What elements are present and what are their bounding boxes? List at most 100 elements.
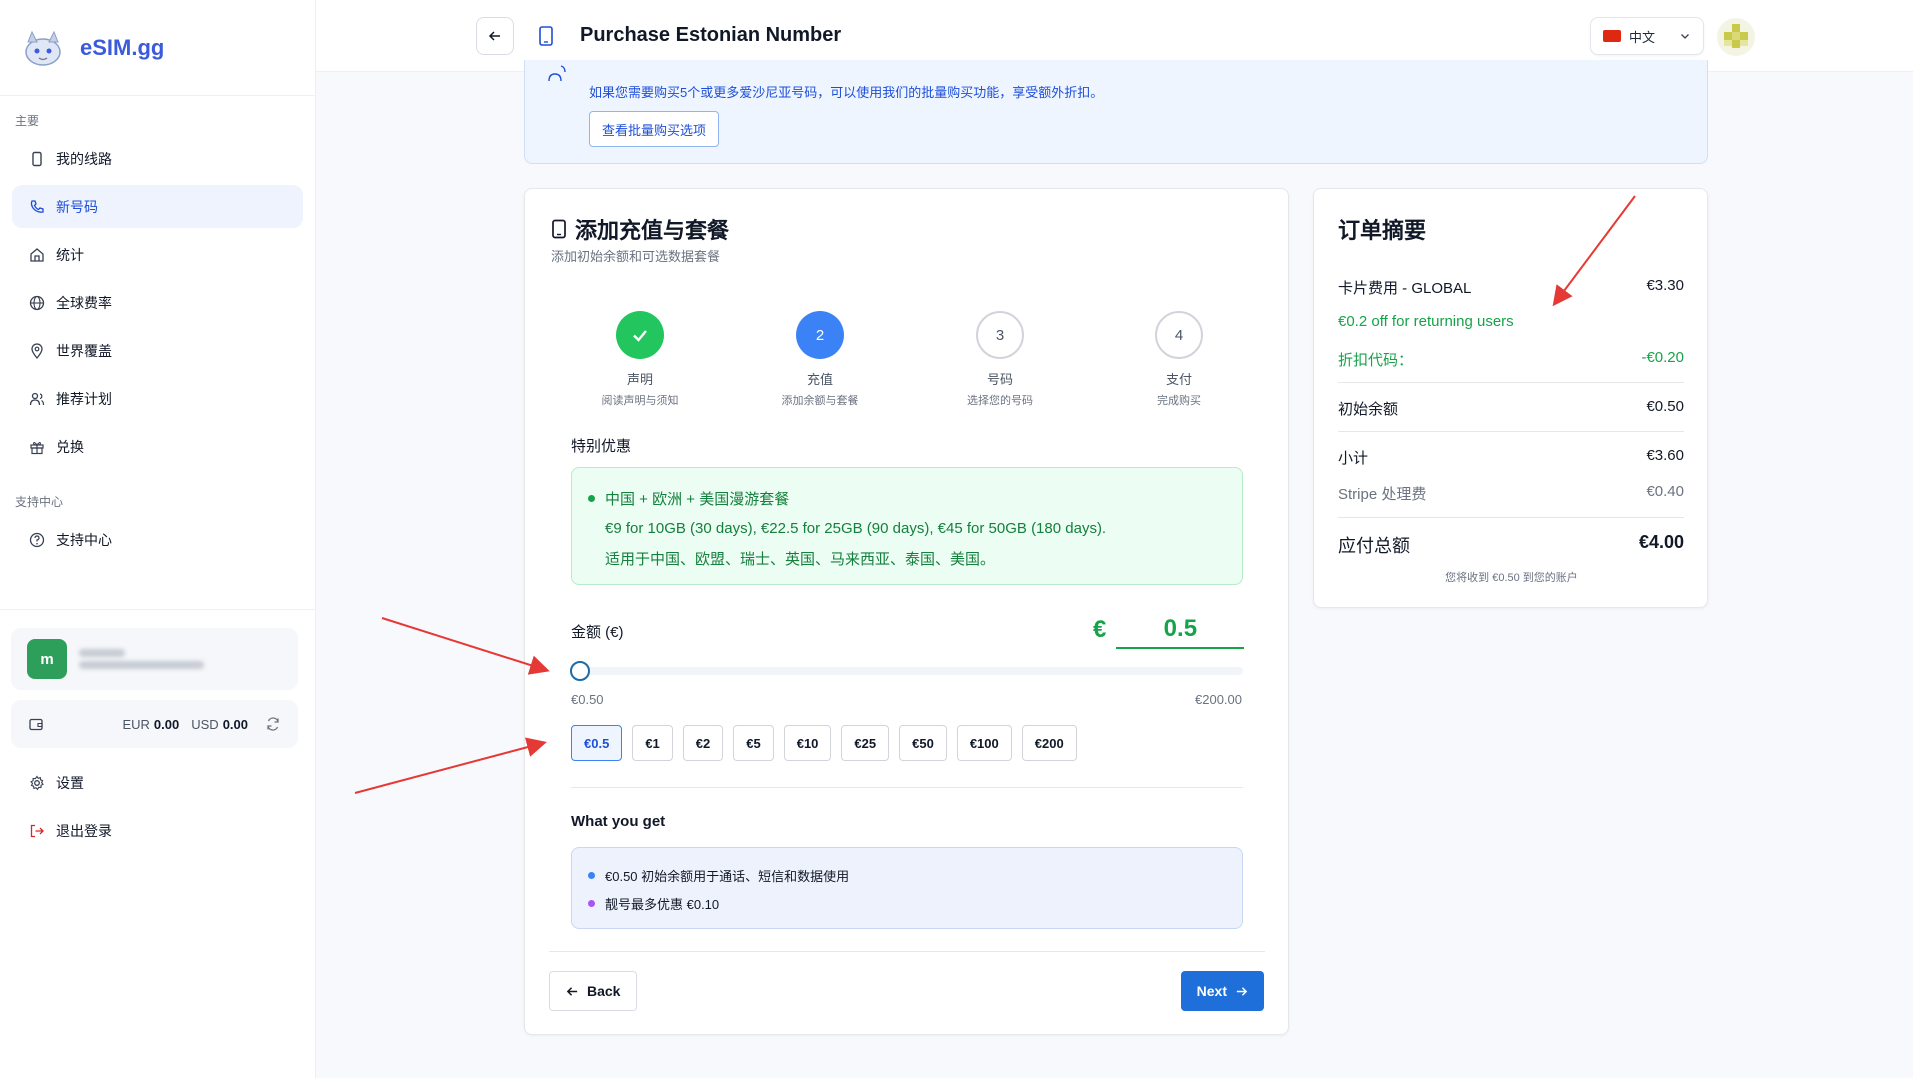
identicon-icon — [1724, 24, 1748, 48]
phone-device-icon — [552, 219, 566, 239]
sidebar-item-referral[interactable]: 推荐计划 — [12, 377, 303, 420]
bullet-dot-icon — [588, 872, 595, 879]
gear-icon — [28, 774, 46, 792]
refresh-icon[interactable] — [264, 715, 282, 733]
support-section-label: 支持中心 — [15, 495, 64, 509]
annotation-arrow-chips — [354, 737, 547, 794]
subtotal-row: 小计 €3.60 — [1338, 447, 1684, 468]
sidebar-item-my-lines[interactable]: 我的线路 — [12, 137, 303, 180]
summary-divider — [1338, 431, 1684, 432]
sidebar-item-label: 支持中心 — [56, 531, 112, 548]
brand-name: eSIM.gg — [80, 34, 165, 60]
support-nav: 支持中心 — [0, 514, 315, 570]
subtotal-value: €3.60 — [1646, 447, 1684, 464]
redacted-user-info — [79, 645, 204, 673]
slider-min-label: €0.50 — [571, 692, 604, 707]
help-circle-icon — [28, 531, 46, 549]
brand[interactable]: eSIM.gg — [0, 0, 315, 96]
phone-device-icon — [28, 150, 46, 168]
amount-label: 金额 (€) — [571, 624, 624, 641]
phone-device-icon — [539, 26, 553, 46]
card-fee-row: 卡片费用 - GLOBAL €3.30 — [1338, 277, 1684, 298]
bullet-dot-icon — [588, 900, 595, 907]
gift-icon — [28, 438, 46, 456]
step-statement[interactable]: 声明 阅读声明与须知 — [575, 311, 705, 408]
step-desc: 添加余额与套餐 — [781, 395, 859, 407]
sidebar-item-label: 兑换 — [56, 438, 84, 455]
profile-avatar[interactable] — [1717, 18, 1755, 56]
step-number-select[interactable]: 3 号码 选择您的号码 — [935, 311, 1065, 408]
next-button[interactable]: Next — [1180, 971, 1264, 1011]
sidebar-item-label: 统计 — [56, 246, 84, 263]
back-button[interactable]: Back — [549, 971, 638, 1011]
get-item-text: 靓号最多优惠 €0.10 — [605, 897, 720, 912]
get-item: 靓号最多优惠 €0.10 — [588, 894, 719, 913]
bulk-options-button[interactable]: 查看批量购买选项 — [589, 111, 720, 147]
wallet-balance: EUR 0.00 USD 0.00 — [11, 700, 298, 748]
topup-card: 添加充值与套餐 添加初始余额和可选数据套餐 声明 阅读声明与须知 2 充值 添加… — [524, 188, 1289, 1035]
offer-title-text: 中国 + 欧洲 + 美国漫游套餐 — [605, 491, 790, 508]
special-offer-box[interactable]: 中国 + 欧洲 + 美国漫游套餐 €9 for 10GB (30 days), … — [571, 467, 1243, 585]
step-name: 充值 — [806, 372, 833, 387]
user-card[interactable]: m — [11, 628, 298, 690]
step-topup[interactable]: 2 充值 添加余额与套餐 — [755, 311, 885, 408]
step-number: 4 — [1155, 311, 1203, 359]
page-title: Purchase Estonian Number — [580, 24, 842, 46]
sidebar-item-global-rates[interactable]: 全球费率 — [12, 281, 303, 324]
sidebar-item-settings[interactable]: 设置 — [12, 761, 302, 804]
sidebar-item-new-number[interactable]: 新号码 — [12, 185, 303, 228]
users-icon — [28, 390, 46, 408]
map-pin-icon — [28, 342, 46, 360]
header-back-button[interactable] — [476, 17, 514, 55]
logout-icon — [28, 822, 46, 840]
subtotal-label: 小计 — [1338, 450, 1369, 467]
summary-title: 订单摘要 — [1338, 218, 1427, 243]
amount-field: € — [1093, 611, 1245, 649]
amount-slider-track[interactable] — [571, 667, 1243, 675]
sidebar-item-stats[interactable]: 统计 — [12, 233, 303, 276]
sidebar-item-label: 世界覆盖 — [56, 342, 112, 359]
amount-chip-5[interactable]: €5 — [733, 725, 774, 761]
globe-icon — [28, 294, 46, 312]
main-section-label: 主要 — [15, 114, 40, 128]
stripe-fee-row: Stripe 处理费 €0.40 — [1338, 483, 1684, 504]
language-label: 中文 — [1629, 29, 1656, 45]
bullet-dot-icon — [588, 495, 595, 502]
returning-note-text: €0.2 off for returning users — [1338, 313, 1514, 330]
step-payment[interactable]: 4 支付 完成购买 — [1114, 311, 1244, 408]
summary-divider — [1338, 382, 1684, 383]
next-button-label: Next — [1196, 983, 1227, 999]
wallet-icon — [27, 715, 45, 733]
annotation-arrow-slider — [381, 617, 550, 675]
step-check-icon — [616, 311, 664, 359]
card-subtitle: 添加初始余额和可选数据套餐 — [551, 249, 721, 264]
sidebar-item-label: 新号码 — [56, 198, 98, 215]
amount-chip-100[interactable]: €100 — [956, 725, 1012, 761]
sidebar-item-logout[interactable]: 退出登录 — [12, 809, 302, 852]
amount-chip-0.5[interactable]: €0.5 — [571, 725, 623, 761]
step-name: 号码 — [986, 372, 1013, 387]
home-icon — [28, 246, 46, 264]
amount-chip-10[interactable]: €10 — [783, 725, 832, 761]
sidebar-divider — [0, 609, 316, 610]
brand-logo-icon — [25, 30, 61, 66]
total-row: 应付总额 €4.00 — [1338, 532, 1684, 558]
amount-chip-2[interactable]: €2 — [682, 725, 724, 761]
amount-chip-1[interactable]: €1 — [632, 725, 673, 761]
card-title-text: 添加充值与套餐 — [575, 218, 730, 243]
sidebar-item-redeem[interactable]: 兑换 — [12, 425, 303, 468]
amount-input[interactable] — [1116, 611, 1245, 649]
amount-slider-handle[interactable] — [570, 661, 590, 681]
chevron-down-icon — [1681, 34, 1689, 39]
user-avatar: m — [27, 639, 67, 679]
discount-value: -€0.20 — [1641, 349, 1684, 366]
sidebar-item-world-coverage[interactable]: 世界覆盖 — [12, 329, 303, 372]
initial-balance-label: 初始余额 — [1338, 401, 1399, 418]
language-select[interactable]: 中文 — [1590, 17, 1704, 55]
amount-chip-50[interactable]: €50 — [899, 725, 947, 761]
card-fee-value: €3.30 — [1646, 277, 1684, 294]
amount-chip-200[interactable]: €200 — [1021, 725, 1077, 761]
amount-chip-25[interactable]: €25 — [841, 725, 890, 761]
sidebar-item-support[interactable]: 支持中心 — [12, 518, 303, 561]
step-name: 声明 — [626, 372, 653, 387]
